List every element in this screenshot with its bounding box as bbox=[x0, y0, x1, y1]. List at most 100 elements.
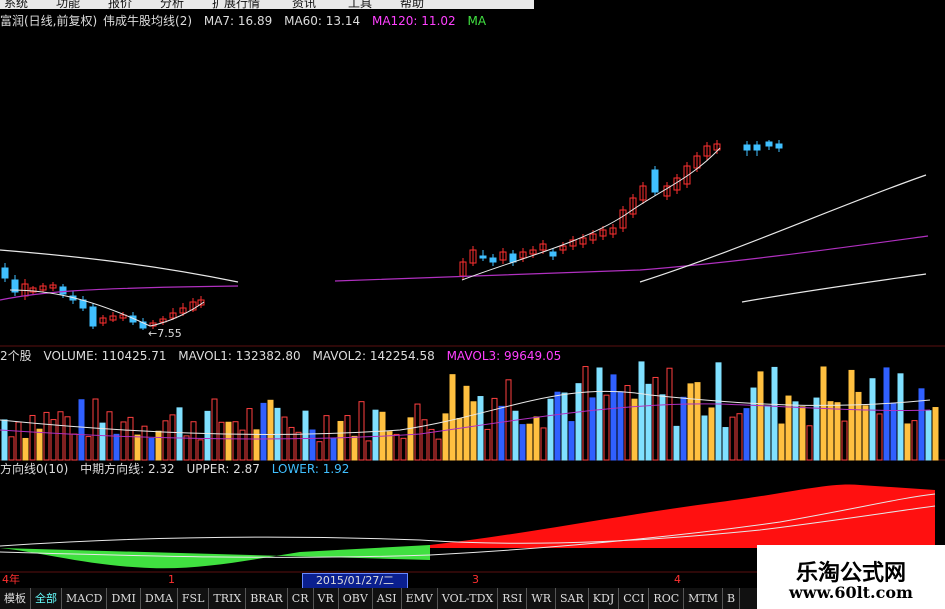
price-candle bbox=[59, 286, 67, 295]
volume-bar bbox=[526, 423, 533, 461]
tab-dma[interactable]: DMA bbox=[141, 588, 178, 609]
tab-brar[interactable]: BRAR bbox=[246, 588, 288, 609]
volume-bar bbox=[288, 426, 295, 461]
ma7-line-left bbox=[9, 289, 205, 327]
volume-bar bbox=[848, 369, 855, 461]
tab-vr[interactable]: VR bbox=[314, 588, 339, 609]
tab-macd[interactable]: MACD bbox=[62, 588, 108, 609]
volume-bar bbox=[820, 366, 827, 461]
price-candle bbox=[765, 141, 773, 147]
price-candle bbox=[753, 144, 761, 151]
volume-bar bbox=[351, 435, 358, 461]
volume-bar bbox=[43, 411, 50, 461]
volume-bar bbox=[722, 427, 729, 461]
volume-bar bbox=[463, 385, 470, 461]
tab-kdj[interactable]: KDJ bbox=[589, 588, 620, 609]
low-price-marker: ←7.55 bbox=[148, 327, 182, 340]
mavol3-value: MAVOL3: 99649.05 bbox=[446, 349, 562, 363]
volume-bar bbox=[400, 437, 407, 461]
price-info-line: 富润(日线,前复权) 伟成牛股均线(2) MA7: 16.89 MA60: 13… bbox=[0, 13, 494, 29]
volume-bar bbox=[869, 378, 876, 461]
volume-bar bbox=[624, 385, 631, 461]
tab-mtm[interactable]: MTM bbox=[684, 588, 724, 609]
volume-bar bbox=[652, 376, 659, 461]
volume-bar bbox=[750, 387, 757, 461]
volume-bar bbox=[771, 366, 778, 461]
direction-info-line: 方向线0(10) 中期方向线: 2.32 UPPER: 2.87 LOWER: … bbox=[0, 461, 357, 477]
volume-bar bbox=[505, 379, 512, 461]
volume-bar bbox=[932, 407, 939, 461]
volume-bar bbox=[155, 430, 162, 461]
volume-bar bbox=[456, 417, 463, 461]
ma-line-white bbox=[0, 249, 239, 283]
volume-bar bbox=[22, 437, 29, 461]
tab-cci[interactable]: CCI bbox=[619, 588, 650, 609]
volume-bar bbox=[92, 398, 99, 461]
tab-trix[interactable]: TRIX bbox=[209, 588, 247, 609]
volume-bar bbox=[15, 421, 22, 461]
price-candle bbox=[549, 251, 557, 257]
volume-bar bbox=[841, 420, 848, 461]
time-axis-label-1: 1 bbox=[168, 573, 175, 586]
volume-bar bbox=[617, 391, 624, 461]
volume-bar bbox=[855, 391, 862, 461]
volume-bar bbox=[827, 401, 834, 461]
volume-bar bbox=[596, 367, 603, 461]
volume-prefix: 2个股 bbox=[0, 349, 32, 363]
volume-bar bbox=[337, 420, 344, 461]
tab-dmi[interactable]: DMI bbox=[107, 588, 141, 609]
ma120-value: MA120: 11.02 bbox=[371, 14, 456, 28]
tab-vol-tdx[interactable]: VOL-TDX bbox=[438, 588, 499, 609]
volume-bar bbox=[757, 371, 764, 461]
tab-roc[interactable]: ROC bbox=[649, 588, 685, 609]
volume-bar bbox=[666, 367, 673, 461]
volume-bar bbox=[540, 427, 547, 461]
volume-bar bbox=[673, 425, 680, 461]
volume-bar bbox=[302, 410, 309, 461]
time-axis-label-year: 4年 bbox=[2, 573, 20, 586]
tab-sar[interactable]: SAR bbox=[556, 588, 589, 609]
tab-fsl[interactable]: FSL bbox=[178, 588, 210, 609]
volume-bar bbox=[183, 435, 190, 461]
volume-bar bbox=[50, 419, 57, 461]
volume-bar bbox=[491, 397, 498, 461]
time-axis-label-3: 3 bbox=[472, 573, 479, 586]
volume-bar bbox=[120, 421, 127, 461]
volume-bar bbox=[575, 383, 582, 461]
volume-bar bbox=[477, 396, 484, 461]
tab-wr[interactable]: WR bbox=[527, 588, 557, 609]
price-candle bbox=[743, 144, 751, 151]
volume-bar bbox=[792, 401, 799, 461]
volume-bar bbox=[645, 383, 652, 461]
volume-bar bbox=[29, 414, 36, 461]
direction-prefix: 方向线0(10) bbox=[0, 462, 69, 476]
volume-bar bbox=[64, 416, 71, 461]
volume-bar bbox=[162, 420, 169, 461]
tab-asi[interactable]: ASI bbox=[373, 588, 402, 609]
ma-extra-value: MA bbox=[467, 14, 487, 28]
tab-template[interactable]: 模板 bbox=[0, 588, 31, 609]
volume-bar bbox=[876, 413, 883, 461]
volume-bar bbox=[498, 405, 505, 461]
tab-obv[interactable]: OBV bbox=[339, 588, 373, 609]
lower-value: LOWER: 1.92 bbox=[271, 462, 350, 476]
stock-chart[interactable] bbox=[0, 0, 945, 609]
tab-rsi[interactable]: RSI bbox=[498, 588, 528, 609]
time-axis-label-4: 4 bbox=[674, 573, 681, 586]
volume-bar bbox=[372, 409, 379, 461]
watermark-url: www.60lt.com bbox=[789, 583, 913, 602]
price-candle bbox=[509, 253, 517, 263]
tab-b[interactable]: B bbox=[723, 588, 741, 609]
volume-bar bbox=[736, 413, 743, 461]
volume-bar bbox=[260, 402, 267, 461]
volume-bar bbox=[547, 398, 554, 461]
tab-cr[interactable]: CR bbox=[288, 588, 314, 609]
tab-emv[interactable]: EMV bbox=[402, 588, 438, 609]
mavol1-value: MAVOL1: 132382.80 bbox=[178, 349, 301, 363]
ma-line-purple-right bbox=[334, 235, 929, 282]
volume-bar bbox=[316, 441, 323, 461]
tab-all[interactable]: 全部 bbox=[31, 588, 62, 609]
mavol2-value: MAVOL2: 142254.58 bbox=[312, 349, 435, 363]
volume-bar bbox=[232, 421, 239, 461]
indicator-name: 伟成牛股均线(2) bbox=[103, 14, 193, 28]
